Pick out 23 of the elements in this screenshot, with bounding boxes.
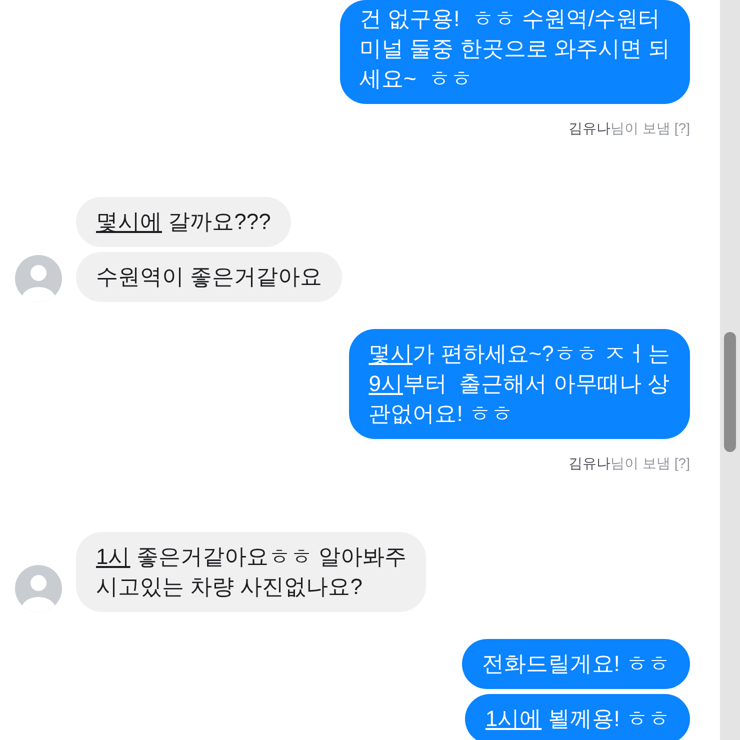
message-link[interactable]: 1시에 [485,706,542,731]
scrollbar-thumb[interactable] [724,332,736,452]
avatar-icon [15,565,62,612]
scrollbar[interactable] [720,0,740,740]
message-link[interactable]: 1시 [96,544,130,569]
message-link[interactable]: 몇시 [368,341,413,366]
message-text: 시고있는 차량 사진없나요? [96,574,362,599]
message-text: 뵐께용! ㅎㅎ [546,706,670,731]
message-text: 건 없구용! ㅎㅎ 수원역/수원터 [360,6,660,31]
message-text: 좋은거같아요ㅎㅎ 알아봐주 [135,544,406,569]
avatar-icon [15,255,62,302]
message-text: 가 편하세요~?ㅎㅎ ㅈㅓ는 [412,341,670,366]
message-text: 미널 둘중 한곳으로 와주시면 되 [360,36,670,61]
sender-note: 김유나님이 보냄 [?] [568,119,690,138]
message-link[interactable]: 9시 [368,371,403,396]
message-text: 관없어요! ㅎㅎ [368,401,513,426]
message-text: 부터 출근해서 아무때나 상 [402,371,670,396]
message-text: 갈까요??? [167,209,271,234]
message-text: 수원역이 좋은거같아요 [96,264,322,289]
sender-note: 김유나님이 보냄 [?] [568,454,690,473]
message-text: 세요~ ㅎㅎ [360,66,473,91]
message-link[interactable]: 몇시에 [96,209,162,234]
message-text: 전화드릴게요! ㅎㅎ [482,651,670,676]
